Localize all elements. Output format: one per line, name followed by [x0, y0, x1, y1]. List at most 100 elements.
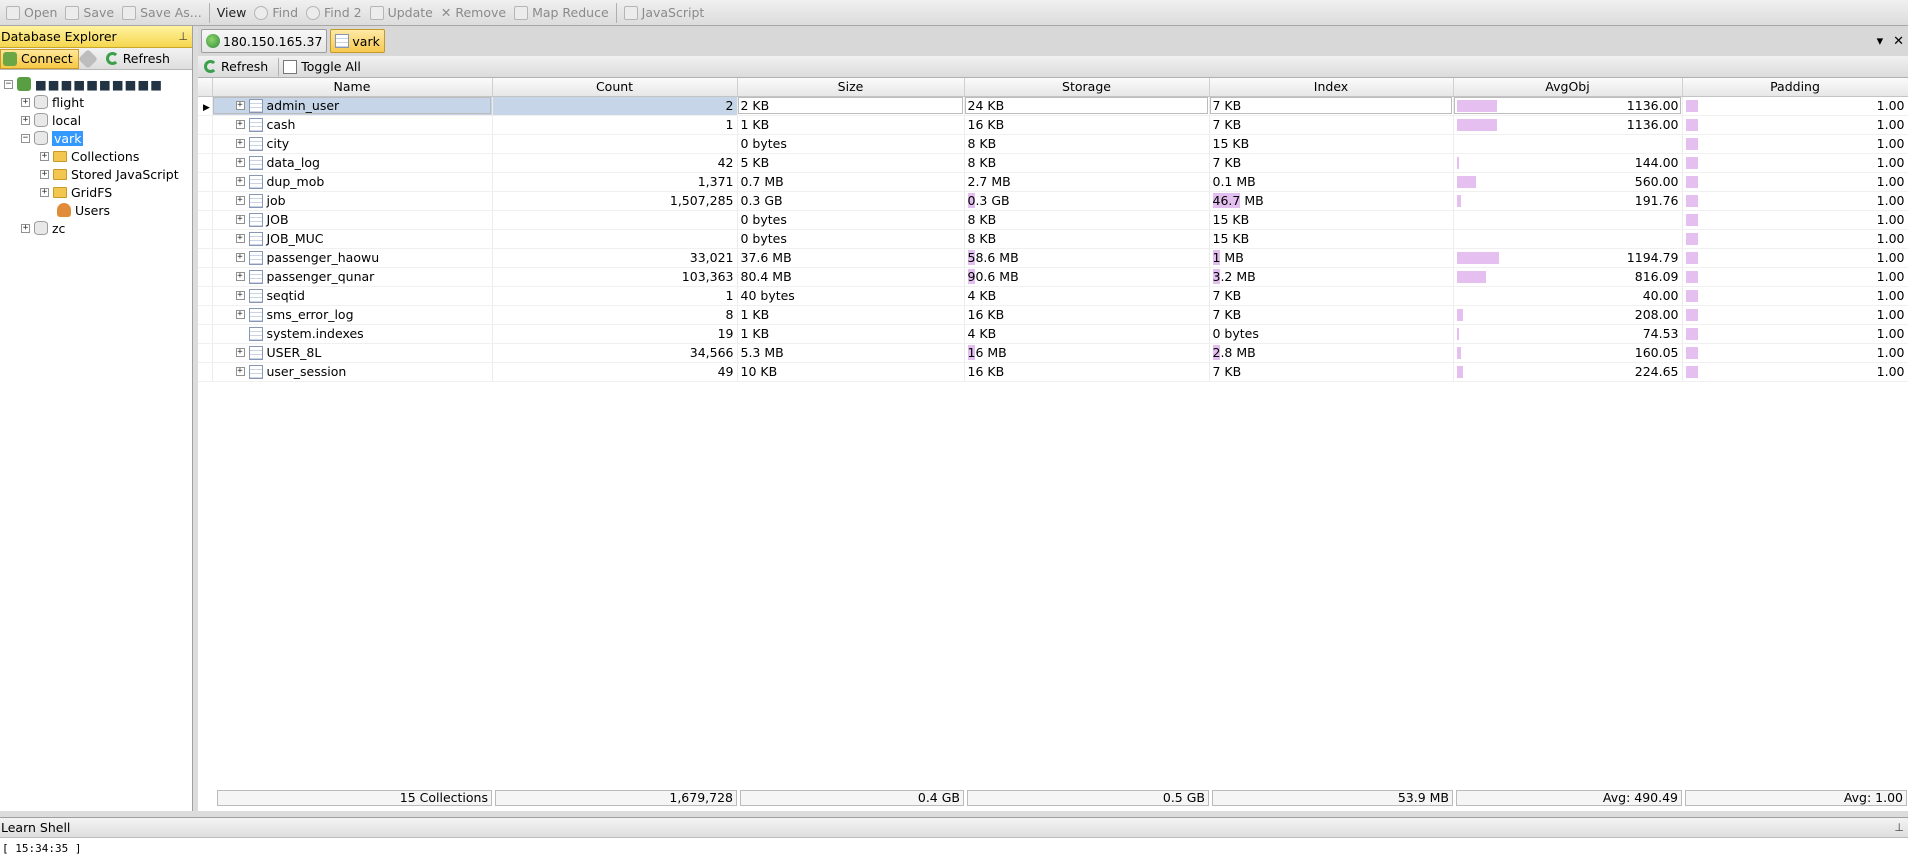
expand-toggle[interactable]: +	[21, 97, 30, 107]
tree-db-vark[interactable]: − vark	[21, 130, 84, 146]
remove-button[interactable]: ✕ Remove	[437, 2, 510, 24]
cell-name[interactable]: + job	[212, 191, 493, 211]
row-selector[interactable]	[198, 172, 213, 192]
update-button[interactable]: Update	[366, 2, 437, 24]
save-as-button[interactable]: Save As...	[118, 2, 206, 24]
expand-toggle[interactable]: +	[235, 196, 245, 205]
table-row[interactable]: + passenger_qunar 103,363 80.4 MB 90.6 MB 3.2…	[198, 267, 1908, 287]
row-selector[interactable]	[198, 248, 213, 268]
tree-stored-javascript[interactable]: + Stored JavaScript	[40, 166, 179, 182]
table-row[interactable]: + USER_8L 34,566 5.3 MB 16 MB 2.8 MB 160.05 1.0…	[198, 343, 1908, 363]
cell-name[interactable]: + admin_user	[212, 96, 493, 116]
explorer-refresh-button[interactable]: Refresh	[104, 49, 175, 69]
expand-toggle[interactable]: +	[235, 139, 245, 148]
expand-toggle[interactable]: +	[21, 223, 30, 233]
pin-icon[interactable]: ⊥	[178, 30, 188, 43]
tree-collections[interactable]: + Collections	[40, 148, 139, 164]
grid-refresh-button[interactable]: Refresh	[204, 59, 274, 74]
expand-toggle[interactable]: +	[235, 310, 245, 319]
cell-name[interactable]: + sms_error_log	[212, 305, 493, 325]
save-button[interactable]: Save	[61, 2, 118, 24]
expand-toggle[interactable]: +	[235, 367, 245, 376]
row-selector[interactable]	[198, 343, 213, 363]
cell-name[interactable]: + dup_mob	[212, 172, 493, 192]
cell-name[interactable]: + seqtid	[212, 286, 493, 306]
expand-toggle[interactable]: +	[235, 234, 245, 243]
cell-name[interactable]: system.indexes	[212, 324, 493, 344]
tree-gridfs[interactable]: + GridFS	[40, 184, 112, 200]
tree-db-zc[interactable]: + zc	[21, 220, 65, 236]
table-row[interactable]: + cash 1 1 KB 16 KB 7 KB 1136.00 1.00	[198, 115, 1908, 135]
shell-output[interactable]: [ 15:34:35 ]	[0, 838, 1908, 856]
row-selector[interactable]	[198, 286, 213, 306]
row-selector[interactable]	[198, 153, 213, 173]
cell-name[interactable]: + cash	[212, 115, 493, 135]
column-header-size[interactable]: Size	[737, 78, 965, 97]
map-reduce-button[interactable]: Map Reduce	[510, 2, 613, 24]
table-row[interactable]: system.indexes 19 1 KB 4 KB 0 bytes 74.53 1.00	[198, 324, 1908, 344]
tree-server-node[interactable]: − ■■■■■■■■■■	[4, 76, 163, 92]
row-selector[interactable]	[198, 115, 213, 135]
row-selector[interactable]	[198, 134, 213, 154]
tab-vark[interactable]: vark	[330, 29, 385, 53]
close-icon[interactable]: ✕	[1893, 34, 1904, 49]
tree-db-flight[interactable]: + flight	[21, 94, 84, 110]
tab-list-icon[interactable]: ▾	[1877, 34, 1884, 49]
column-header-count[interactable]: Count	[492, 78, 738, 97]
expand-toggle[interactable]: +	[235, 348, 245, 357]
find-button[interactable]: Find	[250, 2, 302, 24]
expand-toggle[interactable]: +	[40, 187, 49, 197]
row-selector[interactable]	[198, 229, 213, 249]
expand-toggle[interactable]: +	[40, 151, 49, 161]
view-button[interactable]: View	[213, 2, 251, 24]
cell-name[interactable]: + USER_8L	[212, 343, 493, 363]
open-button[interactable]: Open	[2, 2, 61, 24]
settings-button[interactable]	[77, 48, 104, 69]
expand-toggle[interactable]: +	[235, 101, 245, 110]
cell-name[interactable]: + passenger_qunar	[212, 267, 493, 287]
table-row[interactable]: ▶ + admin_user 2 2 KB 24 KB 7 KB 1136.00 1.00	[198, 96, 1908, 116]
tab-server[interactable]: 180.150.165.37	[201, 29, 328, 53]
column-header-padding[interactable]: Padding	[1682, 78, 1908, 97]
tree-db-local[interactable]: + local	[21, 112, 81, 128]
row-selector[interactable]: ▶	[198, 96, 213, 116]
expand-toggle[interactable]: +	[235, 291, 245, 300]
table-row[interactable]: + sms_error_log 8 1 KB 16 KB 7 KB 208.00 1.00	[198, 305, 1908, 325]
table-row[interactable]: + city 0 bytes 8 KB 15 KB 1.00	[198, 134, 1908, 154]
table-row[interactable]: + user_session 49 10 KB 16 KB 7 KB 224.65 1.00	[198, 362, 1908, 382]
expand-toggle[interactable]: +	[21, 115, 30, 125]
cell-name[interactable]: + user_session	[212, 362, 493, 382]
table-row[interactable]: + dup_mob 1,371 0.7 MB 2.7 MB 0.1 MB 560.00 1.0…	[198, 172, 1908, 192]
expand-toggle[interactable]: +	[235, 253, 245, 262]
column-header-storage[interactable]: Storage	[964, 78, 1210, 97]
cell-name[interactable]: + JOB_MUC	[212, 229, 493, 249]
column-header-index[interactable]: Index	[1209, 78, 1454, 97]
table-row[interactable]: + JOB 0 bytes 8 KB 15 KB 1.00	[198, 210, 1908, 230]
collapse-toggle[interactable]: −	[21, 133, 30, 143]
expand-toggle[interactable]: +	[235, 177, 245, 186]
find2-button[interactable]: Find 2	[302, 2, 366, 24]
cell-name[interactable]: + passenger_haowu	[212, 248, 493, 268]
pin-icon[interactable]: ⊥	[1894, 821, 1904, 834]
row-selector[interactable]	[198, 210, 213, 230]
expand-toggle[interactable]: +	[235, 215, 245, 224]
cell-name[interactable]: + data_log	[212, 153, 493, 173]
javascript-button[interactable]: JavaScript	[620, 2, 709, 24]
column-header-name[interactable]: Name	[212, 78, 493, 97]
collapse-toggle[interactable]: −	[4, 79, 13, 89]
column-header-avgobj[interactable]: AvgObj	[1453, 78, 1683, 97]
toggle-all-button[interactable]: Toggle All	[283, 59, 367, 74]
row-selector[interactable]	[198, 305, 213, 325]
expand-toggle[interactable]: +	[235, 120, 245, 129]
expand-toggle[interactable]: +	[40, 169, 49, 179]
row-selector[interactable]	[198, 267, 213, 287]
table-row[interactable]: + data_log 42 5 KB 8 KB 7 KB 144.00 1.00	[198, 153, 1908, 173]
cell-name[interactable]: + city	[212, 134, 493, 154]
table-row[interactable]: + passenger_haowu 33,021 37.6 MB 58.6 MB 1 MB…	[198, 248, 1908, 268]
row-selector[interactable]	[198, 324, 213, 344]
row-selector[interactable]	[198, 362, 213, 382]
row-selector[interactable]	[198, 191, 213, 211]
tree-users[interactable]: Users	[57, 202, 110, 218]
table-row[interactable]: + JOB_MUC 0 bytes 8 KB 15 KB 1.00	[198, 229, 1908, 249]
cell-name[interactable]: + JOB	[212, 210, 493, 230]
